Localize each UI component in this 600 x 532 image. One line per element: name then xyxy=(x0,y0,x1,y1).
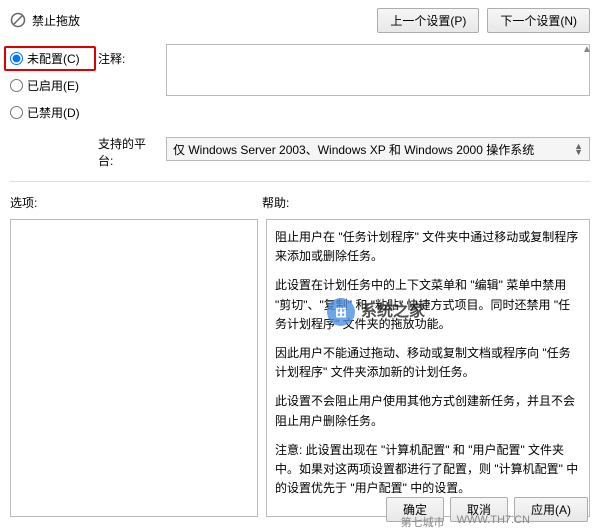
help-paragraph: 此设置不会阻止用户使用其他方式创建新任务，并且不会阻止用户删除任务。 xyxy=(275,392,581,430)
options-label: 选项: xyxy=(10,196,37,210)
radio-disabled-input[interactable] xyxy=(10,106,23,119)
scroll-up-icon: ▲ xyxy=(582,44,596,58)
help-paragraph: 因此用户不能通过拖动、移动或复制文档或程序向 "任务计划程序" 文件夹添加新的计… xyxy=(275,344,581,382)
next-setting-button[interactable]: 下一个设置(N) xyxy=(487,8,590,33)
comments-textarea[interactable] xyxy=(166,44,590,96)
platform-label: 支持的平台: xyxy=(98,137,146,168)
cancel-button[interactable]: 取消 xyxy=(450,497,508,522)
ok-button[interactable]: 确定 xyxy=(386,497,444,522)
help-paragraph: 阻止用户在 "任务计划程序" 文件夹中通过移动或复制程序来添加或删除任务。 xyxy=(275,228,581,266)
dialog-title: 禁止拖放 xyxy=(32,12,80,29)
platform-text: 仅 Windows Server 2003、Windows XP 和 Windo… xyxy=(173,141,534,158)
separator xyxy=(10,181,590,182)
radio-not-configured[interactable]: 未配置(C) xyxy=(4,46,96,71)
prev-setting-button[interactable]: 上一个设置(P) xyxy=(377,8,479,33)
comments-label: 注释: xyxy=(98,52,125,66)
help-panel[interactable]: 阻止用户在 "任务计划程序" 文件夹中通过移动或复制程序来添加或删除任务。 此设… xyxy=(266,219,590,517)
options-panel xyxy=(10,219,258,517)
radio-enabled[interactable]: 已启用(E) xyxy=(10,77,90,94)
help-paragraph: 此设置在计划任务中的上下文菜单和 "编辑" 菜单中禁用 "剪切"、"复制" 和 … xyxy=(275,276,581,334)
help-paragraph: 注意: 此设置出现在 "计算机配置" 和 "用户配置" 文件夹中。如果对这两项设… xyxy=(275,441,581,499)
platform-down-icon[interactable]: ▼ xyxy=(574,149,583,155)
apply-button[interactable]: 应用(A) xyxy=(514,497,588,522)
platform-box: 仅 Windows Server 2003、Windows XP 和 Windo… xyxy=(166,137,590,161)
radio-disabled[interactable]: 已禁用(D) xyxy=(10,104,90,121)
radio-enabled-input[interactable] xyxy=(10,79,23,92)
prohibit-icon xyxy=(10,12,26,28)
help-label: 帮助: xyxy=(262,196,289,210)
radio-not-configured-input[interactable] xyxy=(10,52,23,65)
